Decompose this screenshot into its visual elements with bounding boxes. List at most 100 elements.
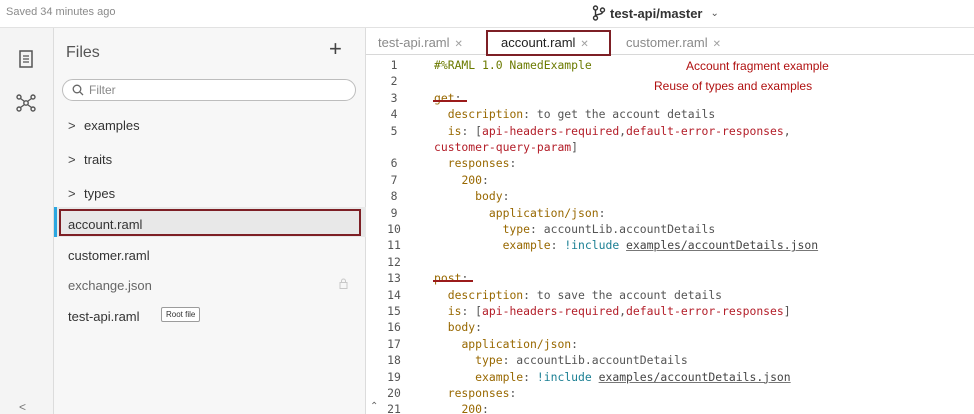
code-token: customer-query-param	[434, 140, 572, 154]
line-text: application/json:	[434, 337, 578, 351]
line-number: 10	[387, 222, 401, 236]
code-token: type	[502, 222, 531, 236]
tab-test-api-raml[interactable]: test-api.raml ✕	[378, 35, 463, 50]
file-account-raml[interactable]: account.raml	[68, 217, 142, 232]
line-text: customer-query-param]	[434, 140, 578, 154]
tab-customer-raml[interactable]: customer.raml ✕	[626, 35, 721, 50]
code-line: 11 example: !include examples/accountDet…	[366, 238, 974, 254]
code-line: 10 type: accountLib.accountDetails	[366, 222, 974, 238]
code-area[interactable]: 1 #%RAML 1.0 NamedExample 2 3 get: 4 descript…	[366, 55, 974, 414]
line-number: 2	[390, 74, 398, 89]
code-token: responses	[447, 386, 510, 400]
line-number: 1	[390, 58, 398, 72]
branch-name: test-api/master	[610, 5, 703, 21]
git-branch-icon	[592, 5, 606, 21]
chevron-right-icon: >	[68, 152, 76, 167]
folder-types[interactable]: > types	[68, 186, 115, 201]
code-line: 9 application/json:	[366, 206, 974, 222]
code-token: :	[461, 271, 469, 286]
underline-get	[433, 100, 467, 102]
code-token: ]	[783, 304, 791, 318]
code-token: :	[475, 320, 483, 335]
code-token: : accountLib.accountDetails	[530, 222, 716, 236]
tab-label: customer.raml	[626, 35, 708, 50]
folder-label: traits	[84, 152, 113, 167]
code-token: default-error-responses	[626, 304, 784, 318]
code-token: ,	[619, 304, 627, 318]
code-token: default-error-responses	[626, 123, 784, 138]
file-customer-raml[interactable]: customer.raml	[68, 248, 150, 263]
files-title: Files	[66, 44, 100, 61]
code-token: :	[482, 402, 489, 414]
line-text: description: to save the account details	[434, 288, 722, 302]
line-text: application/json:	[434, 205, 606, 220]
line-number: 17	[387, 336, 401, 351]
filter-input[interactable]	[89, 82, 339, 98]
code-token: :	[598, 205, 606, 220]
code-line: 4 description: to get the account detail…	[366, 107, 974, 123]
line-text: type: accountLib.accountDetails	[434, 353, 688, 367]
file-exchange-json[interactable]: exchange.json	[68, 278, 152, 293]
code-token: get	[434, 90, 455, 105]
folder-examples[interactable]: > examples	[68, 118, 140, 133]
document-icon[interactable]	[15, 48, 37, 70]
line-text: body:	[434, 189, 509, 203]
file-test-api-raml[interactable]: test-api.raml	[68, 309, 140, 324]
code-token: api-headers-required	[482, 304, 620, 318]
line-text: example: !include examples/accountDetail…	[434, 370, 791, 384]
code-token: 200	[461, 172, 483, 187]
line-number: 20	[387, 386, 401, 400]
code-token: :	[482, 172, 489, 187]
api-graph-icon[interactable]	[15, 92, 37, 114]
line-number: 3	[390, 90, 398, 105]
line-text: type: accountLib.accountDetails	[434, 222, 716, 236]
code-line: 19 example: !include examples/accountDet…	[366, 370, 974, 386]
code-token: !include	[536, 369, 592, 384]
line-number: 19	[387, 369, 401, 384]
line-text: example: !include examples/accountDetail…	[434, 238, 819, 252]
line-number: 4	[390, 107, 398, 122]
add-file-button[interactable]: +	[329, 36, 342, 62]
collapse-panel-button[interactable]: <	[19, 400, 26, 414]
code-line: 21 200:	[366, 402, 974, 414]
folder-label: examples	[84, 118, 140, 133]
folder-traits[interactable]: > traits	[68, 152, 112, 167]
code-token: : to get the account details	[523, 107, 716, 122]
code-line: 8 body:	[366, 189, 974, 205]
lock-icon	[339, 278, 348, 289]
close-icon[interactable]: ✕	[455, 39, 463, 50]
scroll-up-icon[interactable]: ⌃	[370, 401, 378, 412]
code-token: is	[447, 304, 462, 318]
line-number: 5	[390, 123, 398, 138]
code-line: 16 body:	[366, 320, 974, 336]
code-token: examples/accountDetails.json	[598, 369, 791, 384]
line-number: 7	[390, 172, 398, 187]
tab-label: test-api.raml	[378, 35, 450, 50]
code-line: 17 application/json:	[366, 337, 974, 353]
code-line: 5 is: [api-headers-required,default-erro…	[366, 124, 974, 140]
code-line: 12	[366, 255, 974, 271]
underline-post	[433, 280, 473, 282]
code-line: 18 type: accountLib.accountDetails	[366, 353, 974, 369]
chevron-right-icon: >	[68, 118, 76, 133]
activity-rail: <	[0, 28, 54, 414]
line-number: 13	[387, 271, 401, 286]
line-text: responses:	[434, 156, 517, 170]
branch-selector[interactable]: test-api/master ⌄	[592, 5, 719, 21]
close-icon[interactable]: ✕	[713, 39, 721, 50]
code-line: 1 #%RAML 1.0 NamedExample	[366, 58, 974, 74]
line-number: 15	[387, 304, 401, 318]
line-text: get:	[434, 91, 461, 105]
code-token: : accountLib.accountDetails	[502, 353, 688, 368]
code-token: : [	[461, 123, 483, 138]
code-token: example	[475, 369, 524, 384]
